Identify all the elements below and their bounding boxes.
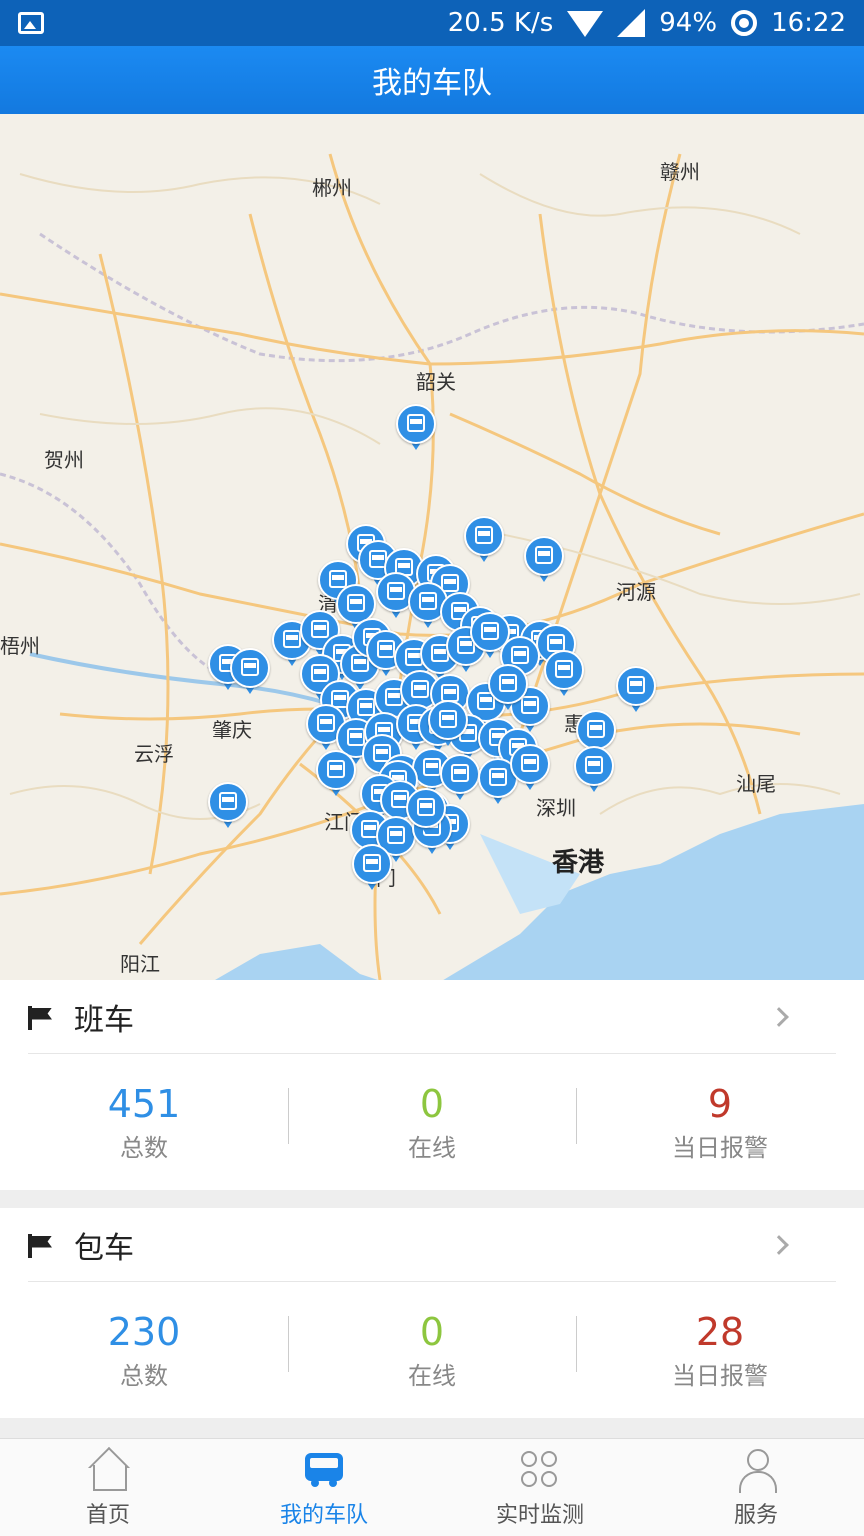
city-label: 贺州 [44, 448, 84, 472]
nav-label: 首页 [85, 1502, 130, 1528]
bottom-nav: 首页 我的车队 实时监测 服务 [0, 1438, 864, 1536]
bus-marker-icon[interactable] [616, 666, 656, 714]
bus-marker-icon[interactable] [316, 750, 356, 798]
stat-label: 当日报警 [672, 1133, 768, 1162]
stat-label: 在线 [408, 1361, 456, 1390]
network-speed: 20.5 K/s [447, 8, 554, 38]
stat-value: 0 [419, 1081, 445, 1126]
shuttle-header[interactable]: 班车 [28, 980, 836, 1054]
stats-row: 451 总数 0 在线 9 当日报警 [0, 1054, 864, 1190]
user-icon [733, 1447, 779, 1493]
city-label: 肇庆 [212, 718, 252, 742]
section-title: 包车 [74, 1230, 134, 1266]
chevron-right-icon[interactable] [769, 1234, 789, 1255]
bus-marker-icon[interactable] [544, 650, 584, 698]
stat-label: 总数 [120, 1133, 168, 1162]
stat-alarm[interactable]: 9 当日报警 [576, 1082, 864, 1163]
stat-label: 在线 [408, 1133, 456, 1162]
stat-value: 28 [695, 1309, 745, 1354]
city-label: 阳江 [120, 952, 160, 976]
chevron-right-icon[interactable] [769, 1006, 789, 1027]
bus-marker-icon[interactable] [524, 536, 564, 584]
nav-service[interactable]: 服务 [648, 1439, 864, 1536]
charter-section: 包车 230 总数 0 在线 28 当日报警 [0, 1208, 864, 1418]
city-label: 香港 [552, 848, 605, 878]
bus-marker-icon[interactable] [230, 648, 270, 696]
city-label: 云浮 [134, 742, 174, 766]
city-label: 河源 [616, 580, 656, 604]
stat-value: 230 [107, 1309, 181, 1354]
bus-marker-icon[interactable] [464, 516, 504, 564]
nav-label: 我的车队 [279, 1502, 368, 1528]
city-label: 深圳 [536, 796, 576, 820]
bus-marker-icon[interactable] [352, 844, 392, 892]
nav-monitor[interactable]: 实时监测 [432, 1439, 648, 1536]
nav-label: 服务 [733, 1502, 778, 1528]
bus-marker-icon[interactable] [510, 744, 550, 792]
sync-icon [731, 10, 758, 36]
bus-marker-icon[interactable] [208, 782, 248, 830]
charter-header[interactable]: 包车 [28, 1208, 836, 1282]
stat-value: 9 [707, 1081, 733, 1126]
stats-row: 230 总数 0 在线 28 当日报警 [0, 1282, 864, 1418]
bus-marker-icon[interactable] [428, 700, 468, 748]
nav-home[interactable]: 首页 [0, 1439, 216, 1536]
stat-total[interactable]: 230 总数 [0, 1310, 288, 1391]
stat-online[interactable]: 0 在线 [288, 1310, 576, 1391]
bus-marker-icon[interactable] [406, 788, 446, 836]
stat-value: 0 [419, 1309, 445, 1354]
bus-marker-icon[interactable] [574, 746, 614, 794]
stat-online[interactable]: 0 在线 [288, 1082, 576, 1163]
city-label: 韶关 [416, 370, 456, 394]
page-title: 我的车队 [372, 66, 492, 101]
nav-label: 实时监测 [495, 1502, 584, 1528]
flag-icon [28, 1005, 54, 1030]
stat-label: 总数 [120, 1361, 168, 1390]
city-label: 梧州 [0, 634, 40, 658]
stat-total[interactable]: 451 总数 [0, 1082, 288, 1163]
fleet-map[interactable]: 郴州 赣州 韶关 贺州 河源 梧州 肇庆 云浮 惠 汕尾 江门 深圳 香港 门 … [0, 114, 864, 980]
home-icon [85, 1447, 131, 1493]
signal-icon [617, 9, 646, 37]
title-bar: 我的车队 [0, 46, 864, 114]
stat-alarm[interactable]: 28 当日报警 [576, 1310, 864, 1391]
city-label: 郴州 [312, 176, 352, 200]
shuttle-section: 班车 451 总数 0 在线 9 当日报警 [0, 980, 864, 1190]
nav-my-fleet[interactable]: 我的车队 [216, 1439, 432, 1536]
battery-level: 94% [659, 8, 718, 38]
city-label: 赣州 [660, 160, 700, 184]
wifi-icon [567, 11, 604, 37]
status-bar: 20.5 K/s 94% 16:22 [0, 0, 864, 46]
grid-icon [517, 1447, 563, 1493]
bus-marker-icon[interactable] [488, 664, 528, 712]
flag-icon [28, 1233, 54, 1258]
city-label: 汕尾 [736, 772, 776, 796]
stat-label: 当日报警 [672, 1361, 768, 1390]
clock: 16:22 [771, 8, 846, 38]
bus-icon [301, 1447, 347, 1493]
section-title: 班车 [74, 1002, 134, 1038]
gallery-icon [18, 12, 44, 34]
bus-marker-icon[interactable] [396, 404, 436, 452]
stat-value: 451 [107, 1081, 181, 1126]
